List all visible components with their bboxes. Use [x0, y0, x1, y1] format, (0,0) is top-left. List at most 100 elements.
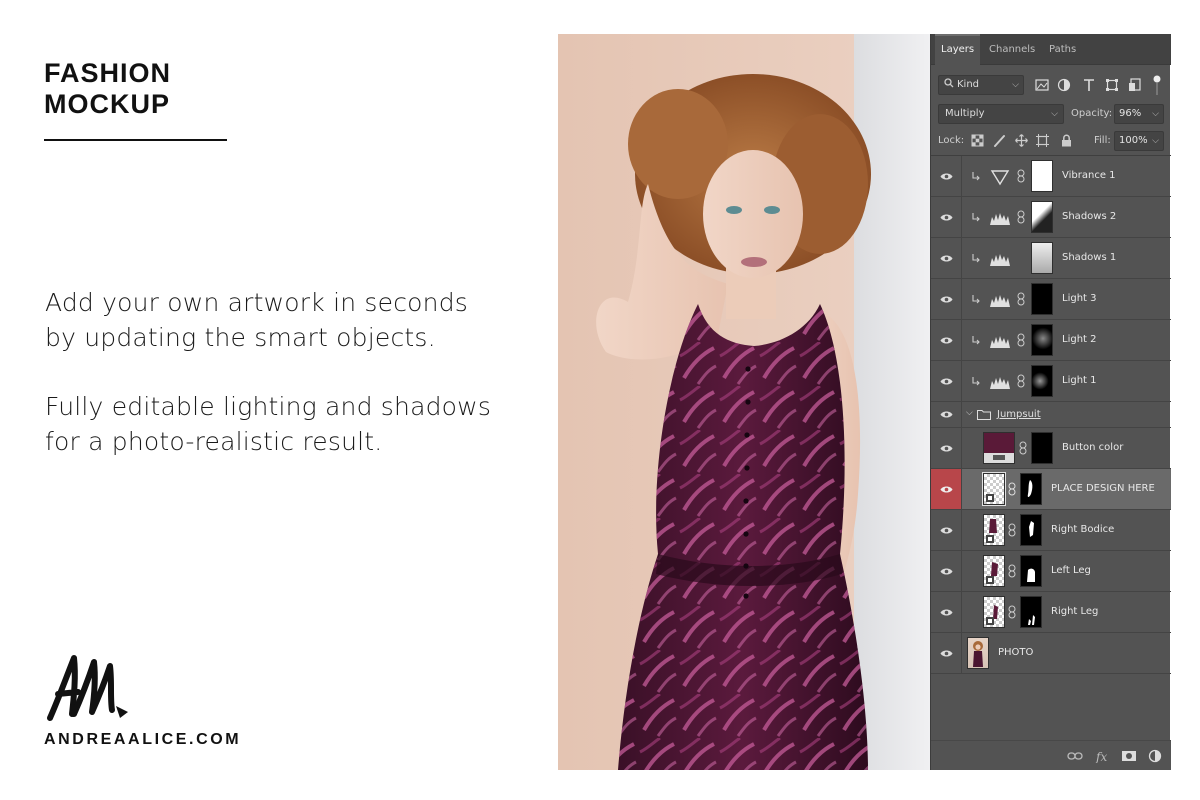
mask-link-icon[interactable] — [1017, 210, 1025, 224]
layer-light-1[interactable]: Light 1 — [931, 361, 1171, 402]
layer-light-2[interactable]: Light 2 — [931, 320, 1171, 361]
layer-place-design-here[interactable]: PLACE DESIGN HERE — [931, 469, 1171, 510]
model-photo-image — [558, 34, 930, 770]
smart-object-filter-icon[interactable] — [1128, 78, 1142, 92]
visibility-toggle[interactable] — [931, 469, 962, 509]
layer-button-color[interactable]: Button color — [931, 428, 1171, 469]
visibility-toggle[interactable] — [931, 428, 962, 468]
mask-icon[interactable] — [1121, 749, 1137, 763]
mask-link-icon[interactable] — [1008, 564, 1016, 578]
visibility-toggle[interactable] — [931, 320, 962, 360]
layer-mask-thumbnail[interactable] — [1031, 160, 1053, 192]
smart-object-thumbnail[interactable] — [982, 472, 1006, 506]
layer-mask-thumbnail[interactable] — [1031, 242, 1053, 274]
layer-photo[interactable]: PHOTO — [931, 633, 1171, 674]
layer-mask-thumbnail[interactable] — [1031, 201, 1053, 233]
layer-vibrance-1[interactable]: Vibrance 1 — [931, 156, 1171, 197]
visibility-toggle[interactable] — [931, 402, 962, 427]
fill-field[interactable]: 100% ⌵ — [1114, 131, 1164, 151]
link-layers-icon[interactable] — [1067, 749, 1083, 763]
eye-icon — [940, 378, 953, 385]
eye-icon — [940, 445, 953, 452]
mask-link-icon[interactable] — [1008, 605, 1016, 619]
mask-link-icon[interactable] — [1017, 333, 1025, 347]
search-icon — [944, 78, 954, 88]
shape-filter-icon[interactable] — [1105, 78, 1119, 92]
visibility-toggle[interactable] — [931, 510, 962, 550]
mask-link-icon[interactable] — [1017, 169, 1025, 183]
group-twirl-icon[interactable]: ⌵ — [966, 408, 973, 418]
layer-mask-thumbnail[interactable] — [1020, 473, 1042, 505]
opacity-field[interactable]: 96% ⌵ — [1114, 104, 1164, 124]
tab-layers[interactable]: Layers — [935, 34, 981, 65]
layer-group-jumpsuit[interactable]: ⌵ Jumpsuit — [931, 402, 1171, 428]
eye-icon — [940, 609, 953, 616]
smart-object-badge-icon — [986, 605, 998, 625]
layer-left-leg[interactable]: Left Leg — [931, 551, 1171, 592]
clipping-mask-icon — [972, 254, 980, 263]
title-line-2: MOCKUP — [44, 89, 170, 119]
lock-transparent-icon[interactable] — [971, 134, 984, 147]
lock-all-icon[interactable] — [1060, 134, 1073, 147]
visibility-toggle[interactable] — [931, 592, 962, 632]
mask-link-icon[interactable] — [1017, 292, 1025, 306]
folder-icon — [977, 410, 991, 420]
layer-right-leg[interactable]: Right Leg — [931, 592, 1171, 633]
website-link[interactable]: ANDREAALICE.COM — [44, 731, 241, 749]
mask-link-icon[interactable] — [1008, 482, 1016, 496]
tab-channels[interactable]: Channels — [983, 34, 1041, 65]
lock-image-icon[interactable] — [993, 134, 1006, 147]
opacity-value: 96% — [1119, 108, 1142, 119]
visibility-toggle[interactable] — [931, 238, 962, 278]
title-line-1: FASHION — [44, 58, 172, 88]
layer-mask-thumbnail[interactable] — [1020, 596, 1042, 628]
clipping-mask-icon — [972, 336, 980, 345]
layer-mask-thumbnail[interactable] — [1031, 365, 1053, 397]
photo-thumbnail[interactable] — [967, 637, 989, 669]
filter-toggle-icon[interactable] — [1153, 74, 1161, 96]
eye-icon — [940, 568, 953, 575]
fill-swatch-icon — [984, 453, 1014, 463]
kind-filter-select[interactable]: Kind ⌵ — [938, 75, 1024, 95]
layer-shadows-1[interactable]: Shadows 1 — [931, 238, 1171, 279]
features-line-2: for a photo-realistic result. — [45, 427, 383, 456]
filter-row: Kind ⌵ — [931, 72, 1171, 98]
fx-icon[interactable]: fx — [1095, 749, 1111, 763]
blend-row: Multiply ⌵ Opacity: 96% ⌵ — [931, 102, 1171, 126]
levels-icon — [990, 254, 1010, 266]
tab-paths[interactable]: Paths — [1043, 34, 1082, 65]
visibility-toggle[interactable] — [931, 197, 962, 237]
mask-link-icon[interactable] — [1017, 374, 1025, 388]
type-filter-icon[interactable] — [1082, 78, 1096, 92]
blend-mode-select[interactable]: Multiply ⌵ — [938, 104, 1064, 124]
color-fill-thumbnail[interactable] — [983, 432, 1015, 464]
visibility-toggle[interactable] — [931, 156, 962, 196]
visibility-toggle[interactable] — [931, 361, 962, 401]
layer-mask-thumbnail[interactable] — [1031, 432, 1053, 464]
adjustment-filter-icon[interactable] — [1057, 78, 1071, 92]
opacity-label: Opacity: — [1071, 108, 1113, 119]
mask-link-icon[interactable] — [1008, 523, 1016, 537]
visibility-toggle[interactable] — [931, 279, 962, 319]
smart-object-thumbnail[interactable] — [983, 555, 1005, 587]
vibrance-icon — [990, 170, 1010, 186]
smart-object-thumbnail[interactable] — [983, 596, 1005, 628]
eye-icon — [940, 173, 953, 180]
mask-link-icon[interactable] — [1019, 441, 1027, 455]
layer-mask-thumbnail[interactable] — [1020, 555, 1042, 587]
layer-shadows-2[interactable]: Shadows 2 — [931, 197, 1171, 238]
layer-light-3[interactable]: Light 3 — [931, 279, 1171, 320]
lock-artboard-icon[interactable] — [1036, 134, 1049, 147]
layer-mask-thumbnail[interactable] — [1031, 283, 1053, 315]
clipping-mask-icon — [972, 295, 980, 304]
layer-mask-thumbnail[interactable] — [1020, 514, 1042, 546]
adjustment-layer-icon[interactable] — [1147, 749, 1163, 763]
layer-mask-thumbnail[interactable] — [1031, 324, 1053, 356]
layer-right-bodice[interactable]: Right Bodice — [931, 510, 1171, 551]
lock-position-icon[interactable] — [1015, 134, 1028, 147]
pixel-filter-icon[interactable] — [1035, 78, 1049, 92]
visibility-toggle[interactable] — [931, 551, 962, 591]
clipping-mask-icon — [972, 172, 980, 181]
visibility-toggle[interactable] — [931, 633, 962, 673]
smart-object-thumbnail[interactable] — [983, 514, 1005, 546]
